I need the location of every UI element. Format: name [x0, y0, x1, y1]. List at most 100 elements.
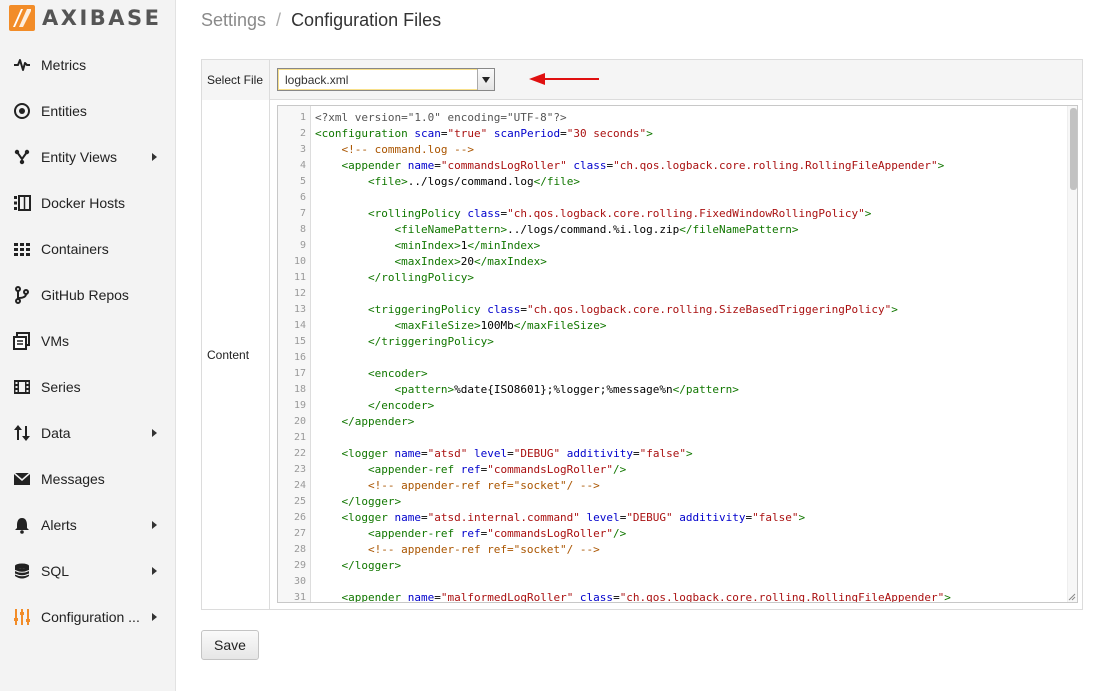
bell-icon: [13, 516, 31, 534]
line-number: 29: [293, 560, 306, 571]
code-line: 23 <appender-ref ref="commandsLogRoller"…: [278, 462, 1068, 478]
code-line: 13 <triggeringPolicy class="ch.qos.logba…: [278, 302, 1068, 318]
line-number: 30: [293, 576, 306, 587]
code-text: <logger name="atsd.internal.command" lev…: [341, 511, 806, 524]
line-number: 1: [299, 112, 306, 123]
line-number: 20: [293, 416, 306, 427]
code-line: 4 <appender name="commandsLogRoller" cla…: [278, 158, 1068, 174]
sidebar-item-github-repos[interactable]: GitHub Repos: [0, 272, 175, 318]
code-line: 12: [278, 286, 1068, 302]
code-text: <pattern>%date{ISO8601};%logger;%message…: [394, 383, 739, 396]
line-number: 16: [293, 352, 306, 363]
line-number: 15: [293, 336, 306, 347]
code-line: 8 <fileNamePattern>../logs/command.%i.lo…: [278, 222, 1068, 238]
code-line: 24 <!-- appender-ref ref="socket"/ -->: [278, 478, 1068, 494]
code-text: <logger name="atsd" level="DEBUG" additi…: [341, 447, 693, 460]
save-button[interactable]: Save: [201, 630, 259, 660]
code-line: 27 <appender-ref ref="commandsLogRoller"…: [278, 526, 1068, 542]
code-editor[interactable]: 1 <?xml version="1.0" encoding="UTF-8"?> 2…: [277, 105, 1078, 603]
line-number: 5: [299, 176, 306, 187]
select-file-label: Select File: [202, 60, 270, 100]
code-line: 31 <appender name="malformedLogRoller" c…: [278, 590, 1068, 603]
caret-right-icon: [152, 567, 157, 575]
brand-name: AXIBASE: [42, 6, 162, 30]
containers-icon: [13, 240, 31, 258]
code-text: <appender name="commandsLogRoller" class…: [341, 159, 945, 172]
code-text: </triggeringPolicy>: [367, 335, 494, 348]
breadcrumb-settings-link[interactable]: Settings: [201, 10, 266, 31]
resize-grip-icon[interactable]: [1068, 593, 1076, 601]
code-line: 22 <logger name="atsd" level="DEBUG" add…: [278, 446, 1068, 462]
sidebar-item-vms[interactable]: VMs: [0, 318, 175, 364]
envelope-icon: [13, 470, 31, 488]
vm-icon: [13, 332, 31, 350]
sidebar-item-configuration[interactable]: Configuration ...: [0, 594, 175, 640]
code-text: <appender-ref ref="commandsLogRoller"/>: [367, 527, 627, 540]
code-line: 19 </encoder>: [278, 398, 1068, 414]
code-text: <triggeringPolicy class="ch.qos.logback.…: [367, 303, 898, 316]
brand-logo[interactable]: AXIBASE: [0, 0, 175, 36]
git-fork-icon: [13, 286, 31, 304]
sidebar-item-sql[interactable]: SQL: [0, 548, 175, 594]
code-text: </encoder>: [367, 399, 435, 412]
line-number: 18: [293, 384, 306, 395]
line-number: 22: [293, 448, 306, 459]
line-number: 10: [293, 256, 306, 267]
code-line: 18 <pattern>%date{ISO8601};%logger;%mess…: [278, 382, 1068, 398]
code-text: </appender>: [341, 415, 415, 428]
sidebar-item-label: Containers: [41, 241, 109, 257]
sidebar-item-label: Messages: [41, 471, 105, 487]
config-file-form: Select File Content logback.xml 1 <?xml v…: [201, 59, 1083, 610]
up-down-arrows-icon: [13, 424, 31, 442]
line-number: 14: [293, 320, 306, 331]
code-line: 16: [278, 350, 1068, 366]
code-line: 29 </logger>: [278, 558, 1068, 574]
line-number: 12: [293, 288, 306, 299]
code-text: <!-- command.log -->: [315, 143, 474, 156]
sidebar-item-label: Entity Views: [41, 149, 117, 165]
sidebar-item-label: GitHub Repos: [41, 287, 129, 303]
code-line: 3 <!-- command.log -->: [278, 142, 1068, 158]
line-number: 2: [299, 128, 306, 139]
sidebar-item-entities[interactable]: Entities: [0, 88, 175, 134]
sidebar-item-series[interactable]: Series: [0, 364, 175, 410]
sidebar-item-metrics[interactable]: Metrics: [0, 42, 175, 88]
scrollbar-thumb[interactable]: [1070, 108, 1077, 190]
sidebar-item-label: Metrics: [41, 57, 87, 73]
sidebar-item-label: Alerts: [41, 517, 77, 533]
line-number: 25: [293, 496, 306, 507]
sidebar-item-docker-hosts[interactable]: Docker Hosts: [0, 180, 175, 226]
line-number: 8: [299, 224, 306, 235]
sidebar-item-data[interactable]: Data: [0, 410, 175, 456]
sidebar-item-entity-views[interactable]: Entity Views: [0, 134, 175, 180]
code-line: 28 <!-- appender-ref ref="socket"/ -->: [278, 542, 1068, 558]
sidebar-item-alerts[interactable]: Alerts: [0, 502, 175, 548]
sidebar-item-messages[interactable]: Messages: [0, 456, 175, 502]
code-text: <maxIndex>20</maxIndex>: [394, 255, 547, 268]
sidebar-item-label: Series: [41, 379, 81, 395]
code-line: 15 </triggeringPolicy>: [278, 334, 1068, 350]
dropdown-arrow-button[interactable]: [477, 69, 494, 90]
vertical-scrollbar[interactable]: [1067, 106, 1077, 602]
line-number: 4: [299, 160, 306, 171]
code-text: <fileNamePattern>../logs/command.%i.log.…: [394, 223, 799, 236]
caret-right-icon: [152, 521, 157, 529]
code-text: <?xml version="1.0" encoding="UTF-8"?>: [315, 111, 567, 124]
line-number: 6: [299, 192, 306, 203]
sidebar-item-containers[interactable]: Containers: [0, 226, 175, 272]
code-line: 2 <configuration scan="true" scanPeriod="…: [278, 126, 1068, 142]
code-line: 21: [278, 430, 1068, 446]
code-text: <configuration scan="true" scanPeriod="3…: [315, 127, 653, 140]
line-number: 28: [293, 544, 306, 555]
breadcrumb-separator: /: [276, 9, 282, 30]
code-text: <appender name="malformedLogRoller" clas…: [341, 591, 951, 603]
line-number: 13: [293, 304, 306, 315]
file-select[interactable]: logback.xml: [277, 68, 495, 91]
line-number: 21: [293, 432, 306, 443]
breadcrumb: Settings / Configuration Files: [201, 8, 441, 32]
database-icon: [13, 562, 31, 580]
line-number: 31: [293, 592, 306, 603]
